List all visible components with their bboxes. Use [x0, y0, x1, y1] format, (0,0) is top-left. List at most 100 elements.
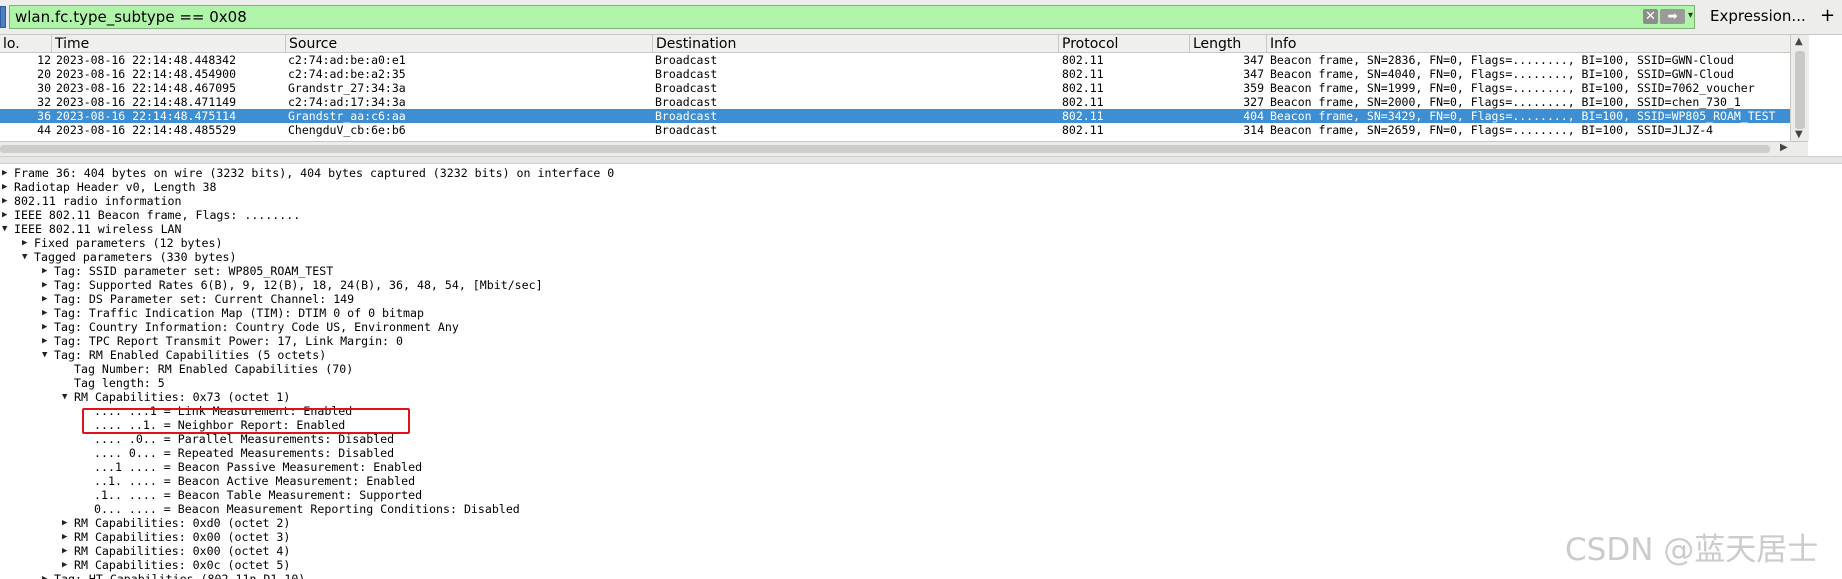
scroll-right-icon[interactable]: ▶ [1780, 142, 1788, 153]
expand-arrow-icon[interactable]: ▶ [2, 166, 14, 180]
packet-list: 12 2023-08-16 22:14:48.448342 c2:74:ad:b… [0, 53, 1790, 141]
scrollbar-thumb[interactable] [0, 145, 1770, 153]
column-header-no[interactable]: lo. [0, 35, 52, 52]
tree-item[interactable]: ▼ Tagged parameters (330 bytes) [0, 250, 1842, 264]
column-header-time[interactable]: Time [52, 35, 286, 52]
collapse-arrow-icon[interactable]: ▼ [22, 250, 34, 264]
column-header-protocol[interactable]: Protocol [1059, 35, 1190, 52]
packet-source: Grandstr_27:34:3a [288, 81, 406, 95]
tree-item[interactable]: .... .0.. = Parallel Measurements: Disab… [0, 432, 1842, 446]
column-header-source[interactable]: Source [286, 35, 653, 52]
expand-arrow-icon[interactable]: ▶ [2, 180, 14, 194]
tree-item[interactable]: ▶ Fixed parameters (12 bytes) [0, 236, 1842, 250]
packet-row[interactable]: 30 2023-08-16 22:14:48.467095 Grandstr_2… [0, 81, 1790, 95]
packet-row[interactable]: 32 2023-08-16 22:14:48.471149 c2:74:ad:1… [0, 95, 1790, 109]
packet-protocol: 802.11 [1062, 67, 1104, 81]
expand-arrow-icon[interactable]: ▶ [2, 208, 14, 222]
expand-arrow-icon[interactable]: ▶ [42, 264, 54, 278]
column-header-destination[interactable]: Destination [653, 35, 1059, 52]
packet-protocol: 802.11 [1062, 53, 1104, 67]
tree-item-label: Tag: HT Capabilities (802.11n D1.10) [54, 572, 306, 579]
chevron-down-icon[interactable]: ▾ [1688, 10, 1693, 21]
expand-arrow-icon[interactable]: ▶ [42, 278, 54, 292]
tree-item[interactable]: ...1 .... = Beacon Passive Measurement: … [0, 460, 1842, 474]
tree-item[interactable]: ▶ Tag: Country Information: Country Code … [0, 320, 1842, 334]
packet-protocol: 802.11 [1062, 95, 1104, 109]
arrow-right-icon[interactable]: ➡ [1660, 9, 1685, 24]
tree-item-label: IEEE 802.11 Beacon frame, Flags: .......… [14, 208, 301, 222]
expand-arrow-icon[interactable]: ▶ [62, 544, 74, 558]
tree-item[interactable]: .... 0... = Repeated Measurements: Disab… [0, 446, 1842, 460]
expand-arrow-icon[interactable]: ▶ [42, 320, 54, 334]
tree-item[interactable]: Tag Number: RM Enabled Capabilities (70) [0, 362, 1842, 376]
packet-protocol: 802.11 [1062, 81, 1104, 95]
packet-length: 347 [1243, 67, 1264, 81]
tree-item[interactable]: ▼ RM Capabilities: 0x73 (octet 1) [0, 390, 1842, 404]
scroll-down-icon[interactable]: ▼ [1795, 129, 1803, 140]
tree-item[interactable]: ▶ Tag: DS Parameter set: Current Channel:… [0, 292, 1842, 306]
expand-arrow-icon[interactable]: ▶ [62, 558, 74, 572]
packet-info: Beacon frame, SN=1999, FN=0, Flags=.....… [1270, 81, 1755, 95]
expand-arrow-icon[interactable]: ▶ [22, 236, 34, 250]
packet-list-horizontal-scrollbar[interactable]: ▶ [0, 141, 1808, 156]
packet-destination: Broadcast [655, 67, 718, 81]
packet-info: Beacon frame, SN=2659, FN=0, Flags=.....… [1270, 123, 1714, 137]
packet-protocol: 802.11 [1062, 123, 1104, 137]
packet-destination: Broadcast [655, 123, 718, 137]
packet-row[interactable]: 20 2023-08-16 22:14:48.454900 c2:74:ad:b… [0, 67, 1790, 81]
expand-arrow-icon[interactable]: ▶ [62, 516, 74, 530]
tree-item[interactable]: ▶ Tag: TPC Report Transmit Power: 17, Lin… [0, 334, 1842, 348]
collapse-arrow-icon[interactable]: ▼ [2, 222, 14, 236]
packet-list-vertical-scrollbar[interactable]: ▲ ▼ [1790, 35, 1809, 141]
tree-item[interactable]: ..1. .... = Beacon Active Measurement: E… [0, 474, 1842, 488]
tree-item[interactable]: ▶ Tag: HT Capabilities (802.11n D1.10) [0, 572, 1842, 579]
clear-icon[interactable]: ✕ [1643, 9, 1658, 24]
packet-row[interactable]: 44 2023-08-16 22:14:48.485529 ChengduV_c… [0, 123, 1790, 137]
packet-row-selected[interactable]: 36 2023-08-16 22:14:48.475114 Grandstr_a… [0, 109, 1790, 123]
expand-arrow-icon[interactable]: ▶ [42, 292, 54, 306]
packet-details-tree: ▶ Frame 36: 404 bytes on wire (3232 bits)… [0, 163, 1842, 579]
tree-item-label: ..1. .... = Beacon Active Measurement: E… [94, 474, 416, 488]
tree-item[interactable]: ▶ Tag: Traffic Indication Map (TIM): DTIM… [0, 306, 1842, 320]
column-header-length[interactable]: Length [1190, 35, 1267, 52]
tree-item-label: 0... .... = Beacon Measurement Reporting… [94, 502, 520, 516]
add-filter-button[interactable]: + [1820, 5, 1835, 26]
tree-item[interactable]: ▶ IEEE 802.11 Beacon frame, Flags: ......… [0, 208, 1842, 222]
packet-source: ChengduV_cb:6e:b6 [288, 123, 406, 137]
packet-time: 2023-08-16 22:14:48.471149 [56, 95, 237, 109]
packet-destination: Broadcast [655, 81, 718, 95]
tree-item[interactable]: .1.. .... = Beacon Table Measurement: Su… [0, 488, 1842, 502]
column-header-info[interactable]: Info [1267, 35, 1790, 52]
tree-item-label: Tag: Supported Rates 6(B), 9, 12(B), 18,… [54, 278, 543, 292]
bookmark-icon[interactable] [0, 6, 6, 28]
tree-item[interactable]: 0... .... = Beacon Measurement Reporting… [0, 502, 1842, 516]
display-filter-input[interactable]: wlan.fc.type_subtype == 0x08 [9, 5, 1695, 29]
expand-arrow-icon[interactable]: ▶ [62, 530, 74, 544]
tree-item[interactable]: ▼ IEEE 802.11 wireless LAN [0, 222, 1842, 236]
tree-item-label: .1.. .... = Beacon Table Measurement: Su… [94, 488, 423, 502]
tree-item[interactable]: ▶ 802.11 radio information [0, 194, 1842, 208]
tree-item[interactable]: ▶ Frame 36: 404 bytes on wire (3232 bits)… [0, 166, 1842, 180]
tree-item-label: RM Capabilities: 0xd0 (octet 2) [74, 516, 291, 530]
packet-time: 2023-08-16 22:14:48.454900 [56, 67, 237, 81]
packet-no: 32 [37, 95, 51, 109]
tree-item[interactable]: ▶ Tag: Supported Rates 6(B), 9, 12(B), 18… [0, 278, 1842, 292]
tree-item[interactable]: ▶ Radiotap Header v0, Length 38 [0, 180, 1842, 194]
display-filter-toolbar: wlan.fc.type_subtype == 0x08 ✕ ➡ ▾ Expre… [0, 0, 1842, 35]
expression-button[interactable]: Expression... [1710, 7, 1806, 25]
tree-item-label: Tag Number: RM Enabled Capabilities (70) [74, 362, 354, 376]
expand-arrow-icon[interactable]: ▶ [42, 572, 54, 579]
tree-item[interactable]: ▶ Tag: SSID parameter set: WP805_ROAM_TES… [0, 264, 1842, 278]
tree-item-label: RM Capabilities: 0x00 (octet 3) [74, 530, 291, 544]
packet-row[interactable]: 12 2023-08-16 22:14:48.448342 c2:74:ad:b… [0, 53, 1790, 67]
expand-arrow-icon[interactable]: ▶ [2, 194, 14, 208]
scroll-up-icon[interactable]: ▲ [1795, 36, 1803, 47]
expand-arrow-icon[interactable]: ▶ [42, 334, 54, 348]
scrollbar-thumb[interactable] [1795, 51, 1805, 129]
expand-arrow-icon[interactable]: ▶ [42, 306, 54, 320]
tree-item[interactable]: ▼ Tag: RM Enabled Capabilities (5 octets) [0, 348, 1842, 362]
collapse-arrow-icon[interactable]: ▼ [62, 390, 74, 404]
packet-info: Beacon frame, SN=3429, FN=0, Flags=.....… [1270, 109, 1776, 123]
tree-item[interactable]: Tag length: 5 [0, 376, 1842, 390]
collapse-arrow-icon[interactable]: ▼ [42, 348, 54, 362]
